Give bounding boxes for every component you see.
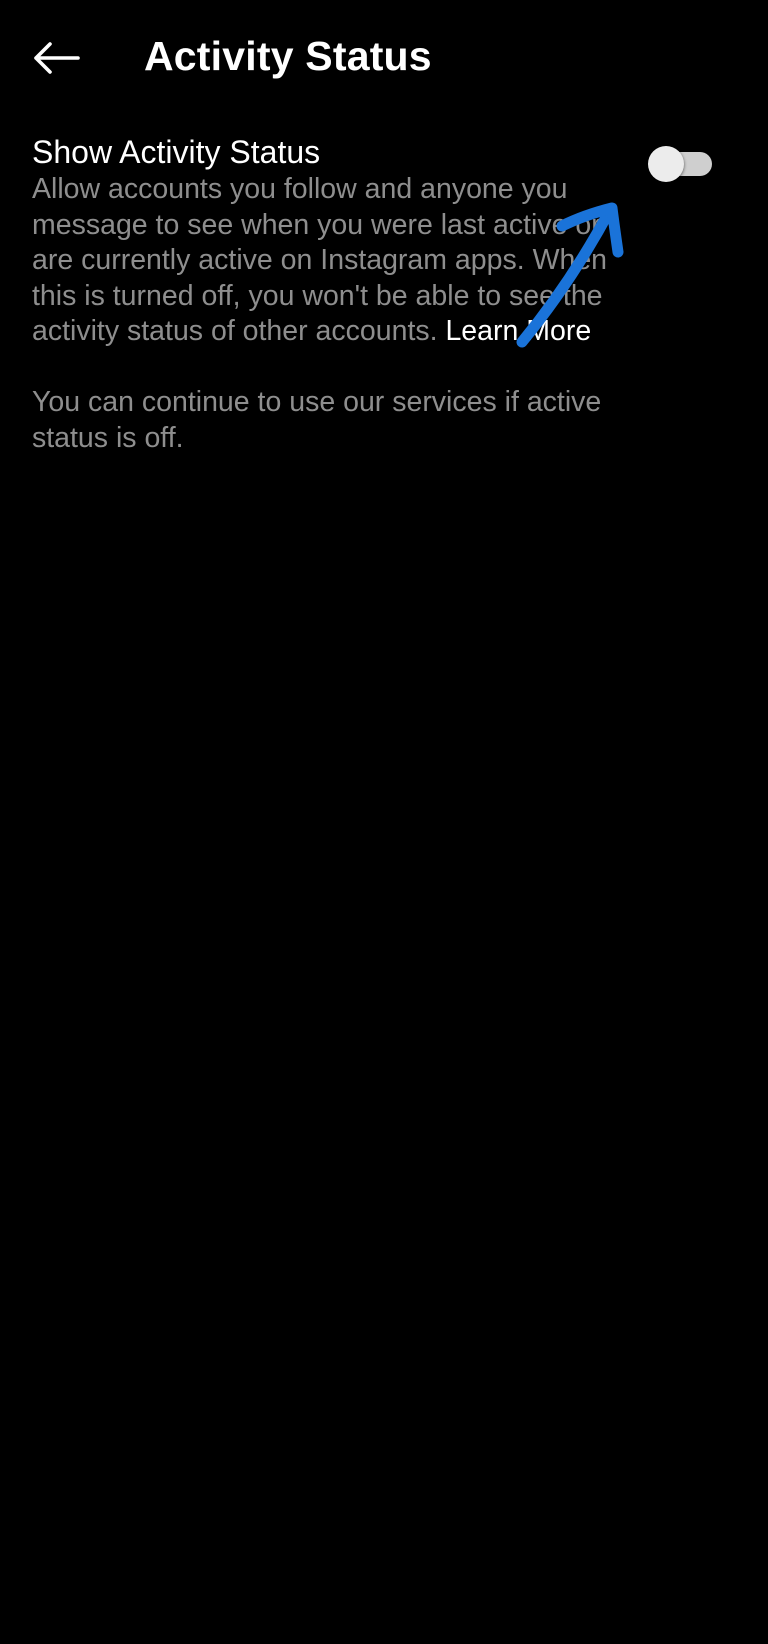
arrow-left-icon bbox=[34, 42, 80, 74]
toggle-thumb bbox=[648, 146, 684, 182]
show-activity-status-toggle[interactable] bbox=[648, 146, 714, 182]
top-bar: Activity Status bbox=[0, 0, 768, 112]
active-status-note: You can continue to use our services if … bbox=[32, 385, 602, 454]
page-title: Activity Status bbox=[144, 33, 432, 79]
activity-status-setting: Show Activity Status Allow accounts you … bbox=[32, 132, 732, 456]
back-button[interactable] bbox=[26, 30, 86, 86]
setting-title: Show Activity Status bbox=[32, 134, 321, 170]
setting-description: Allow accounts you follow and anyone you… bbox=[32, 172, 612, 350]
learn-more-link[interactable]: Learn More bbox=[445, 315, 591, 347]
